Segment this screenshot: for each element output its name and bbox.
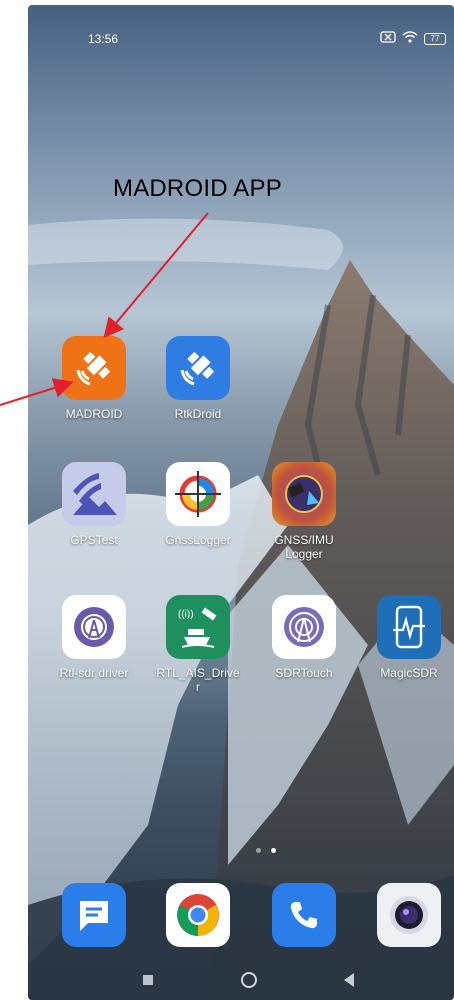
back-button[interactable] [344,973,354,987]
sim-off-icon [380,30,396,48]
phone-icon [272,883,336,947]
svg-text:((i)): ((i)) [178,609,194,620]
camera-icon [377,883,441,947]
status-time: 13:56 [88,32,119,46]
app-label-gnsslogger: GnssLogger [165,533,231,547]
dock-messages[interactable] [49,883,139,947]
gpstest-icon [62,462,126,526]
battery-level: 77 [430,34,440,43]
app-rtkdroid[interactable]: RtkDroid [153,336,243,421]
app-label-rtkdroid: RtkDroid [174,407,222,421]
battery-icon: 77 [424,33,446,45]
app-madroid[interactable]: MADROID [49,336,139,421]
phone-waveform-icon [377,595,441,659]
app-label-rtl-ais-driver: RTL_AIS_Drive r [156,666,240,694]
dock-chrome[interactable] [153,883,243,947]
gear-antenna-icon [62,595,126,659]
messages-icon [62,883,126,947]
app-label-madroid: MADROID [65,407,123,421]
page-dot-active[interactable] [271,848,276,853]
app-gnsslogger[interactable]: GnssLogger [153,462,243,547]
globe-satellite-icon [272,462,336,526]
app-label-magicsdr: MagicSDR [380,666,438,680]
annotation-label: MADROID APP [113,175,282,202]
home-button[interactable] [241,972,257,988]
app-label-gnss-imu-logger: GNSS/IMU Logger [274,533,334,561]
app-sdrtouch[interactable]: SDRTouch [259,595,349,680]
wifi-icon [402,30,418,48]
app-gnss-imu-logger[interactable]: GNSS/IMU Logger [259,462,349,561]
satellite-icon [166,336,230,400]
app-magicsdr[interactable]: MagicSDR [364,595,454,680]
dock-phone[interactable] [259,883,349,947]
dock-camera[interactable] [364,883,454,947]
app-label-sdrtouch: SDRTouch [275,666,333,680]
page-indicator [256,848,276,853]
page-dot[interactable] [256,848,261,853]
recents-button[interactable] [143,975,153,985]
status-bar: 13:56 77 [28,5,454,49]
radio-tower-icon [272,595,336,659]
app-label-rtl-sdr-driver: Rtl-sdr driver [59,666,129,680]
app-rtl-ais-driver[interactable]: ((i)) RTL_AIS_Drive r [153,595,243,694]
crosshair-icon [166,462,230,526]
satellite-icon [62,336,126,400]
ship-antenna-icon: ((i)) [166,595,230,659]
app-rtl-sdr-driver[interactable]: Rtl-sdr driver [49,595,139,680]
page: 13:56 77 MADROID RtkDroid GPSTest GnssLo… [0,0,454,1000]
status-icons: 77 [380,30,446,48]
app-label-gpstest: GPSTest [70,533,118,547]
phone-screen: 13:56 77 MADROID RtkDroid GPSTest GnssLo… [28,5,454,1000]
app-gpstest[interactable]: GPSTest [49,462,139,547]
chrome-icon [166,883,230,947]
